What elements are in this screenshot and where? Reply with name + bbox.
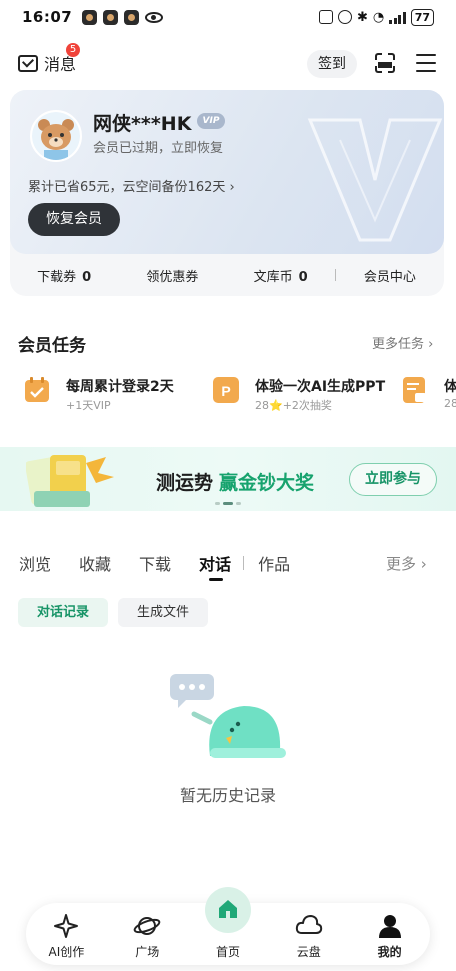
sparkle-icon [54, 914, 79, 938]
tab-downloads[interactable]: 下载 [139, 551, 171, 575]
nav-square[interactable]: 广场 [107, 903, 188, 965]
stat-label: 领优惠券 [146, 269, 199, 285]
subtab-generated-files[interactable]: 生成文件 [118, 598, 209, 627]
tasks-title: 会员任务 [18, 336, 86, 356]
content-tabs: 浏览 收藏 下载 对话 作品 [19, 551, 318, 581]
banner-highlight: 赢金钞大奖 [219, 472, 315, 494]
stat-value: 0 [298, 269, 308, 285]
nav-label: 广场 [135, 945, 160, 959]
vip-tag: VIP [197, 113, 225, 129]
savings-summary[interactable]: 累计已省65元，云空间备份162天 › [28, 176, 235, 195]
stat-get-coupons[interactable]: 领优惠券 [118, 266, 226, 285]
messages-badge: 5 [66, 43, 80, 57]
home-icon [218, 900, 237, 918]
system-icons: ✱ ◔ 77 [318, 8, 434, 26]
home-bubble [204, 887, 251, 933]
battery-icon: 77 [410, 8, 434, 26]
alarm-icon [337, 10, 352, 24]
clock: 16:07 [22, 8, 73, 26]
more-tasks-link[interactable]: 更多任务 › [372, 333, 433, 352]
nav-label: AI创作 [48, 945, 85, 959]
task-item[interactable]: P 体验一次AI生成PPT 28⭐+2次抽奖 [213, 374, 393, 414]
stat-value: 0 [82, 269, 92, 285]
task-title: 体验一次AI生成PPT [255, 379, 386, 395]
chat-subtabs: 对话记录 生成文件 [18, 598, 209, 627]
eye-icon [145, 11, 164, 23]
stat-label: 会员中心 [363, 269, 416, 285]
member-card-top[interactable]: 网侠***HK VIP 会员已过期，立即恢复 累计已省65元，云空间备份162天… [10, 90, 444, 254]
bottom-navigation: AI创作 广场 首页 云盘 我的 [26, 887, 430, 965]
lucky-card-icon [26, 455, 114, 507]
mail-icon [18, 54, 38, 72]
status-bar: 16:07 ✱ ◔ 77 [0, 0, 456, 34]
nav-home[interactable]: 首页 [188, 887, 269, 965]
banner-text: 测运势 [156, 472, 214, 494]
vip-watermark-icon [307, 118, 443, 242]
stat-download-coupons[interactable]: 下载券 0 [10, 266, 118, 285]
banner-headline: 测运势 赢金钞大奖 [156, 468, 314, 495]
empty-chat-illustration [170, 674, 286, 758]
task-item[interactable]: 体 28 [402, 374, 456, 414]
empty-state-text: 暂无历史记录 [179, 786, 276, 805]
cloud-icon [295, 915, 322, 934]
nav-label: 云盘 [296, 945, 321, 959]
nav-label: 我的 [377, 945, 402, 959]
planet-icon [133, 917, 161, 935]
member-card: 网侠***HK VIP 会员已过期，立即恢复 累计已省65元，云空间备份162天… [10, 90, 444, 296]
checkin-button[interactable]: 签到 [307, 50, 357, 78]
task-reward: +1天VIP [66, 399, 111, 412]
person-icon [378, 915, 401, 938]
app-notification-icon [82, 9, 98, 25]
stat-member-center[interactable]: 会员中心 [336, 266, 444, 285]
task-title: 每周累计登录2天 [66, 379, 174, 395]
membership-status[interactable]: 会员已过期，立即恢复 [93, 137, 223, 156]
bluetooth-icon: ✱ [356, 9, 368, 25]
tab-browse[interactable]: 浏览 [19, 551, 51, 575]
member-stats: 下载券 0 领优惠券 文库币 0 会员中心 [10, 254, 444, 296]
tab-divider [243, 556, 245, 570]
carousel-indicator [215, 502, 241, 505]
document-image-icon [403, 377, 426, 403]
tabs-more-link[interactable]: 更多 › [386, 553, 427, 574]
task-item[interactable]: 每周累计登录2天 +1天VIP [24, 374, 204, 414]
svg-text:P: P [221, 383, 230, 399]
ppt-icon: P [213, 377, 239, 403]
stat-label: 文库币 [253, 269, 293, 285]
stat-label: 下载券 [37, 269, 77, 285]
stat-library-coins[interactable]: 文库币 0 [227, 266, 335, 285]
top-header: 消息 5 签到 [0, 43, 456, 84]
app-notification-icon [103, 9, 119, 25]
join-now-button[interactable]: 立即参与 [349, 463, 437, 496]
scan-icon[interactable] [375, 53, 395, 73]
app-notification-icon [124, 9, 140, 25]
user-name: 网侠***HK [93, 113, 192, 135]
messages-button[interactable]: 消息 5 [18, 43, 80, 75]
calendar-check-icon [25, 377, 49, 402]
nfc-icon [318, 10, 333, 24]
nav-label: 首页 [215, 945, 240, 959]
nav-mine[interactable]: 我的 [349, 903, 430, 965]
menu-icon[interactable] [416, 54, 436, 72]
task-title: 体 [444, 379, 456, 395]
tab-works[interactable]: 作品 [258, 551, 290, 575]
nav-cloud[interactable]: 云盘 [268, 903, 349, 965]
bear-avatar-icon [32, 112, 80, 160]
tab-chat[interactable]: 对话 [199, 551, 231, 581]
nav-ai-create[interactable]: AI创作 [26, 903, 107, 965]
battery-level: 77 [414, 10, 430, 24]
restore-membership-button[interactable]: 恢复会员 [28, 203, 120, 236]
task-reward: 28⭐+2次抽奖 [255, 399, 332, 412]
wifi-icon: ◔ [372, 9, 385, 25]
task-reward: 28 [444, 397, 456, 410]
avatar[interactable] [30, 110, 82, 162]
tab-favorites[interactable]: 收藏 [79, 551, 111, 575]
signal-icon [389, 11, 406, 24]
subtab-chat-history[interactable]: 对话记录 [18, 598, 109, 627]
